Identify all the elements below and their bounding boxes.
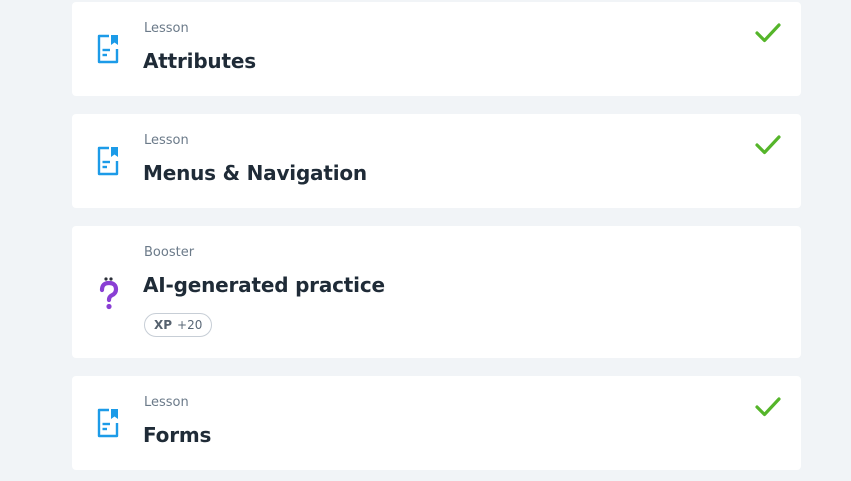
lesson-list: Lesson Attributes Lesson Menus & Navigat… (0, 0, 851, 481)
card-kind-label: Lesson (144, 395, 189, 410)
card-title: AI-generated practice (143, 273, 385, 297)
card-kind-label: Booster (144, 245, 195, 260)
card-kind-label: Lesson (144, 133, 189, 148)
lesson-card-attributes[interactable]: Lesson Attributes (72, 2, 801, 96)
xp-reward-badge: XP +20 (144, 313, 213, 337)
card-title: Forms (143, 423, 212, 447)
card-kind-label: Lesson (144, 21, 189, 36)
lesson-document-icon (97, 34, 119, 64)
question-mark-icon (99, 277, 119, 310)
completed-check-icon (755, 397, 781, 417)
lesson-card-menus-navigation[interactable]: Lesson Menus & Navigation (72, 114, 801, 208)
xp-label: XP (154, 318, 173, 332)
xp-value: +20 (177, 318, 203, 332)
completed-check-icon (755, 135, 781, 155)
completed-check-icon (755, 23, 781, 43)
card-title: Menus & Navigation (143, 161, 367, 185)
lesson-document-icon (97, 408, 119, 438)
card-title: Attributes (143, 49, 256, 73)
lesson-document-icon (97, 146, 119, 176)
lesson-card-forms[interactable]: Lesson Forms (72, 376, 801, 470)
booster-card-ai-practice[interactable]: Booster AI-generated practice XP +20 (72, 226, 801, 358)
